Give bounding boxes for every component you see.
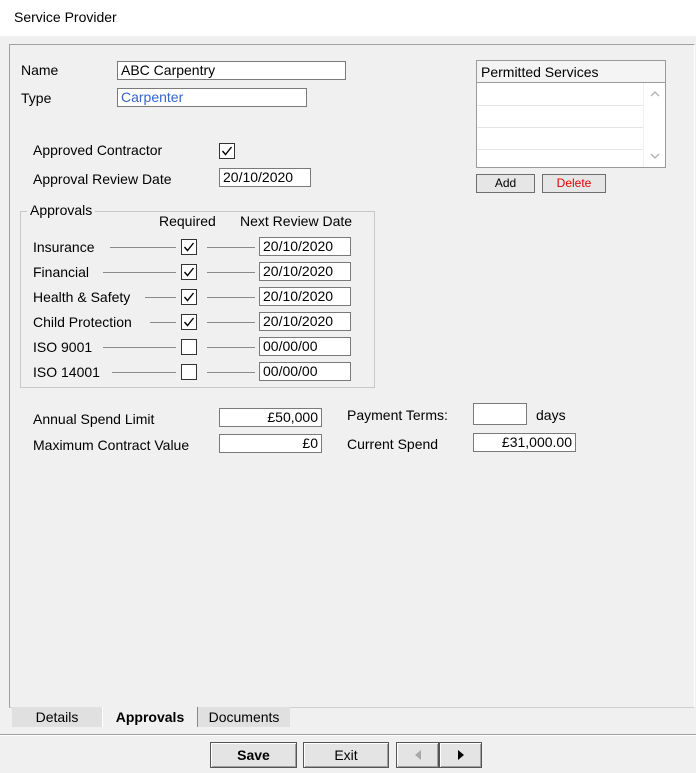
type-field[interactable]: Carpenter <box>117 88 307 107</box>
next-review-date-column-header: Next Review Date <box>240 213 353 229</box>
title-bar: Service Provider <box>0 0 696 36</box>
next-review-date-field[interactable]: 00/00/00 <box>259 362 351 381</box>
payment-terms-label: Payment Terms: <box>347 407 448 423</box>
required-checkbox[interactable] <box>181 364 197 380</box>
chevron-up-icon[interactable] <box>650 91 660 97</box>
name-field[interactable]: ABC Carpentry <box>117 61 346 80</box>
current-spend-label: Current Spend <box>347 436 439 452</box>
list-row-divider <box>477 149 643 150</box>
approval-row-label: Child Protection <box>33 314 132 330</box>
triangle-left-icon <box>414 750 421 760</box>
approval-row-label: ISO 9001 <box>33 339 93 355</box>
required-checkbox[interactable] <box>181 339 197 355</box>
checkmark-icon <box>221 146 233 156</box>
leader-line <box>145 297 176 298</box>
next-review-date-field[interactable]: 20/10/2020 <box>259 312 351 331</box>
list-row-divider <box>477 127 643 128</box>
approval-review-date-label: Approval Review Date <box>33 171 172 187</box>
leader-line <box>207 372 255 373</box>
approval-review-date-field[interactable]: 20/10/2020 <box>219 168 311 187</box>
approved-contractor-label: Approved Contractor <box>33 142 163 158</box>
next-review-date-field[interactable]: 00/00/00 <box>259 337 351 356</box>
list-row-divider <box>477 105 643 106</box>
save-button[interactable]: Save <box>210 742 297 768</box>
next-review-date-field[interactable]: 20/10/2020 <box>259 237 351 256</box>
next-review-date-field[interactable]: 20/10/2020 <box>259 262 351 281</box>
maximum-contract-value-label: Maximum Contract Value <box>33 437 190 453</box>
payment-terms-field[interactable] <box>473 403 527 425</box>
approval-row-label: Financial <box>33 264 90 280</box>
tab-approvals[interactable]: Approvals <box>102 707 198 727</box>
approvals-group-legend: Approvals <box>27 202 96 218</box>
approval-row-label: ISO 14001 <box>33 364 100 380</box>
leader-line <box>103 347 176 348</box>
leader-line <box>207 322 255 323</box>
permitted-services-list[interactable] <box>476 82 666 168</box>
next-record-button[interactable] <box>439 742 482 768</box>
leader-line <box>112 372 176 373</box>
leader-line <box>150 322 176 323</box>
required-checkbox[interactable] <box>181 264 197 280</box>
checkmark-icon <box>183 242 195 252</box>
tab-bar: Details Approvals Documents <box>10 707 686 727</box>
leader-line <box>207 247 255 248</box>
chevron-down-icon[interactable] <box>650 153 660 159</box>
current-spend-field: £31,000.00 <box>473 433 576 452</box>
required-checkbox[interactable] <box>181 239 197 255</box>
approval-row-label: Insurance <box>33 239 95 255</box>
delete-service-button[interactable]: Delete <box>542 174 606 193</box>
annual-spend-limit-field[interactable]: £50,000 <box>219 408 322 427</box>
required-checkbox[interactable] <box>181 314 197 330</box>
leader-line <box>110 247 176 248</box>
tab-details[interactable]: Details <box>12 707 102 727</box>
leader-line <box>207 297 255 298</box>
maximum-contract-value-field[interactable]: £0 <box>219 434 322 453</box>
previous-record-button[interactable] <box>396 742 439 768</box>
leader-line <box>103 272 176 273</box>
annual-spend-limit-label: Annual Spend Limit <box>33 411 155 427</box>
checkmark-icon <box>183 292 195 302</box>
footer-divider <box>0 734 696 736</box>
next-review-date-field[interactable]: 20/10/2020 <box>259 287 351 306</box>
checkmark-icon <box>183 267 195 277</box>
required-checkbox[interactable] <box>181 289 197 305</box>
list-scrollbar[interactable] <box>643 83 665 167</box>
permitted-services-header: Permitted Services <box>476 60 666 82</box>
exit-button[interactable]: Exit <box>303 742 389 768</box>
leader-line <box>207 272 255 273</box>
approval-row-label: Health & Safety <box>33 289 131 305</box>
tab-documents[interactable]: Documents <box>198 707 290 727</box>
approved-contractor-checkbox[interactable] <box>219 143 235 159</box>
checkmark-icon <box>183 317 195 327</box>
triangle-right-icon <box>457 750 464 760</box>
leader-line <box>207 347 255 348</box>
required-column-header: Required <box>159 213 216 229</box>
days-label: days <box>536 407 566 423</box>
window-title: Service Provider <box>14 9 117 25</box>
name-label: Name <box>21 62 59 78</box>
add-service-button[interactable]: Add <box>476 174 535 193</box>
type-label: Type <box>21 90 52 106</box>
